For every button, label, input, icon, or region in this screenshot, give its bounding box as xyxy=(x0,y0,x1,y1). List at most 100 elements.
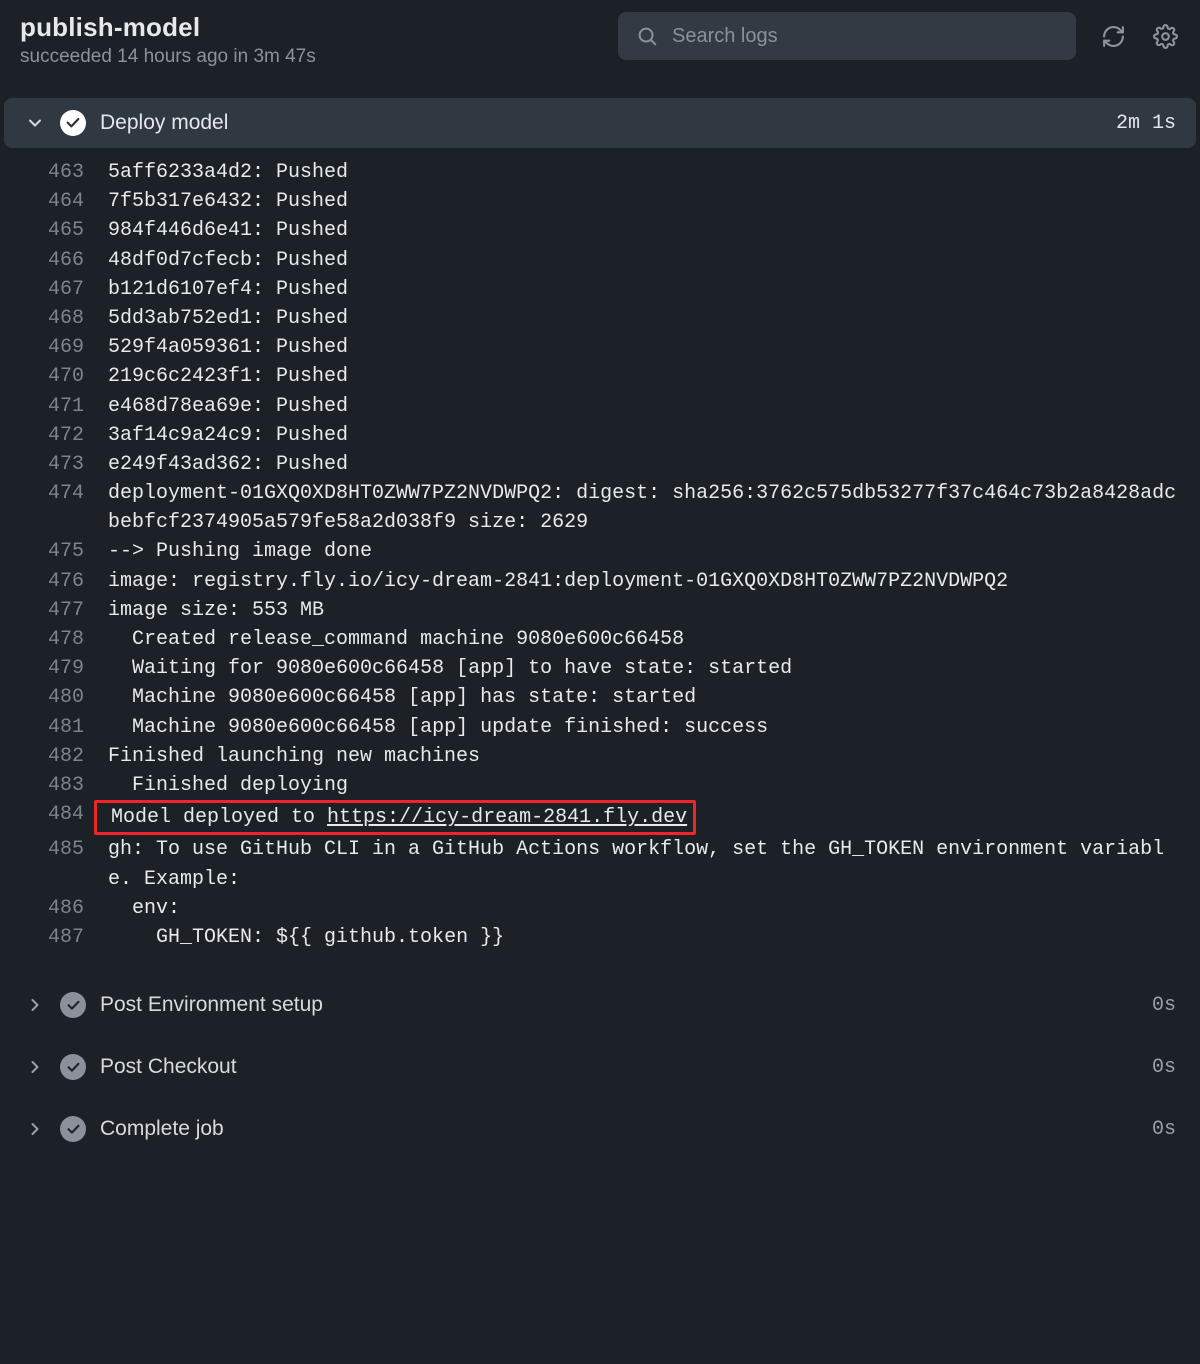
log-line: 465984f446d6e41: Pushed xyxy=(0,216,1200,245)
line-text: image size: 553 MB xyxy=(94,596,1182,625)
line-number: 469 xyxy=(0,333,94,362)
line-number: 467 xyxy=(0,275,94,304)
highlight-box: Model deployed to https://icy-dream-2841… xyxy=(94,800,696,835)
line-number: 478 xyxy=(0,625,94,654)
log-line: 470219c6c2423f1: Pushed xyxy=(0,362,1200,391)
line-number: 479 xyxy=(0,654,94,683)
line-text: Machine 9080e600c66458 [app] has state: … xyxy=(94,683,1182,712)
step-title: Post Checkout xyxy=(100,1055,1138,1079)
check-icon xyxy=(60,1116,86,1142)
line-number: 486 xyxy=(0,894,94,923)
log-line: 474deployment-01GXQ0XD8HT0ZWW7PZ2NVDWPQ2… xyxy=(0,479,1200,537)
log-line: 469529f4a059361: Pushed xyxy=(0,333,1200,362)
log-line: 473e249f43ad362: Pushed xyxy=(0,450,1200,479)
step-title: Post Environment setup xyxy=(100,993,1138,1017)
line-number: 471 xyxy=(0,392,94,421)
line-text: gh: To use GitHub CLI in a GitHub Action… xyxy=(94,835,1182,893)
log-line: 4685dd3ab752ed1: Pushed xyxy=(0,304,1200,333)
step-header-collapsed[interactable]: Post Environment setup 0s xyxy=(4,986,1196,1024)
log-line: 487 GH_TOKEN: ${{ github.token }} xyxy=(0,923,1200,952)
line-text: e249f43ad362: Pushed xyxy=(94,450,1182,479)
line-number: 483 xyxy=(0,771,94,800)
line-text: e468d78ea69e: Pushed xyxy=(94,392,1182,421)
step-duration: 0s xyxy=(1152,1056,1176,1079)
line-text: b121d6107ef4: Pushed xyxy=(94,275,1182,304)
line-text: Machine 9080e600c66458 [app] update fini… xyxy=(94,713,1182,742)
log-line: 467b121d6107ef4: Pushed xyxy=(0,275,1200,304)
line-text: deployment-01GXQ0XD8HT0ZWW7PZ2NVDWPQ2: d… xyxy=(94,479,1182,537)
check-icon xyxy=(60,110,86,136)
line-number: 474 xyxy=(0,479,94,508)
line-text: GH_TOKEN: ${{ github.token }} xyxy=(94,923,1182,952)
truncated-log xyxy=(0,146,1200,154)
line-number: 480 xyxy=(0,683,94,712)
gear-icon[interactable] xyxy=(1150,21,1180,51)
log-line: 4647f5b317e6432: Pushed xyxy=(0,187,1200,216)
log-line: 481 Machine 9080e600c66458 [app] update … xyxy=(0,713,1200,742)
line-number: 487 xyxy=(0,923,94,952)
line-number: 475 xyxy=(0,537,94,566)
line-number: 481 xyxy=(0,713,94,742)
line-number: 482 xyxy=(0,742,94,771)
line-text: image: registry.fly.io/icy-dream-2841:de… xyxy=(94,567,1182,596)
check-icon xyxy=(60,1054,86,1080)
chevron-right-icon xyxy=(24,994,46,1016)
log-line-highlighted: 484Model deployed to https://icy-dream-2… xyxy=(0,800,1200,835)
chevron-down-icon xyxy=(24,112,46,134)
line-text: Finished deploying xyxy=(94,771,1182,800)
line-text: --> Pushing image done xyxy=(94,537,1182,566)
line-text: Created release_command machine 9080e600… xyxy=(94,625,1182,654)
line-text: 984f446d6e41: Pushed xyxy=(94,216,1182,245)
run-subtitle: succeeded 14 hours ago in 3m 47s xyxy=(20,46,600,68)
step-duration: 0s xyxy=(1152,994,1176,1017)
line-number: 477 xyxy=(0,596,94,625)
log-line: 485gh: To use GitHub CLI in a GitHub Act… xyxy=(0,835,1200,893)
line-number: 464 xyxy=(0,187,94,216)
refresh-button[interactable] xyxy=(1098,21,1128,51)
step-title: Deploy model xyxy=(100,111,1102,135)
log-line: 478 Created release_command machine 9080… xyxy=(0,625,1200,654)
log-output: 4635aff6233a4d2: Pushed4647f5b317e6432: … xyxy=(0,154,1200,962)
step-header-collapsed[interactable]: Complete job0s xyxy=(4,1110,1196,1148)
search-logs-box[interactable] xyxy=(618,12,1076,60)
log-line: 479 Waiting for 9080e600c66458 [app] to … xyxy=(0,654,1200,683)
chevron-right-icon xyxy=(24,1118,46,1140)
line-number: 466 xyxy=(0,246,94,275)
line-number: 476 xyxy=(0,567,94,596)
line-text: env: xyxy=(94,894,1182,923)
line-number: 472 xyxy=(0,421,94,450)
line-text: 3af14c9a24c9: Pushed xyxy=(94,421,1182,450)
log-line: 486 env: xyxy=(0,894,1200,923)
log-line: 483 Finished deploying xyxy=(0,771,1200,800)
line-number: 484 xyxy=(0,800,94,829)
search-icon xyxy=(636,25,658,47)
line-text: 5aff6233a4d2: Pushed xyxy=(94,158,1182,187)
deploy-url-link[interactable]: https://icy-dream-2841.fly.dev xyxy=(327,806,687,829)
check-icon xyxy=(60,992,86,1018)
header: publish-model succeeded 14 hours ago in … xyxy=(0,0,1200,90)
line-text: 529f4a059361: Pushed xyxy=(94,333,1182,362)
line-number: 468 xyxy=(0,304,94,333)
log-line: 477image size: 553 MB xyxy=(0,596,1200,625)
log-line: 476image: registry.fly.io/icy-dream-2841… xyxy=(0,567,1200,596)
chevron-right-icon xyxy=(24,1056,46,1078)
line-text: Finished launching new machines xyxy=(94,742,1182,771)
line-number: 463 xyxy=(0,158,94,187)
log-line: 46648df0d7cfecb: Pushed xyxy=(0,246,1200,275)
page-title: publish-model xyxy=(20,12,600,43)
log-line: 4723af14c9a24c9: Pushed xyxy=(0,421,1200,450)
log-line: 471e468d78ea69e: Pushed xyxy=(0,392,1200,421)
search-input[interactable] xyxy=(672,25,1058,48)
step-header-deploy[interactable]: Deploy model 2m 1s xyxy=(4,98,1196,148)
line-text: 7f5b317e6432: Pushed xyxy=(94,187,1182,216)
log-line: 475--> Pushing image done xyxy=(0,537,1200,566)
step-header-collapsed[interactable]: Post Checkout 0s xyxy=(4,1048,1196,1086)
step-title: Complete job xyxy=(100,1117,1138,1141)
line-number: 465 xyxy=(0,216,94,245)
line-text: 219c6c2423f1: Pushed xyxy=(94,362,1182,391)
log-line: 482Finished launching new machines xyxy=(0,742,1200,771)
log-line: 4635aff6233a4d2: Pushed xyxy=(0,158,1200,187)
log-line: 480 Machine 9080e600c66458 [app] has sta… xyxy=(0,683,1200,712)
highlight-prefix: Model deployed to xyxy=(111,806,327,829)
line-text: Waiting for 9080e600c66458 [app] to have… xyxy=(94,654,1182,683)
